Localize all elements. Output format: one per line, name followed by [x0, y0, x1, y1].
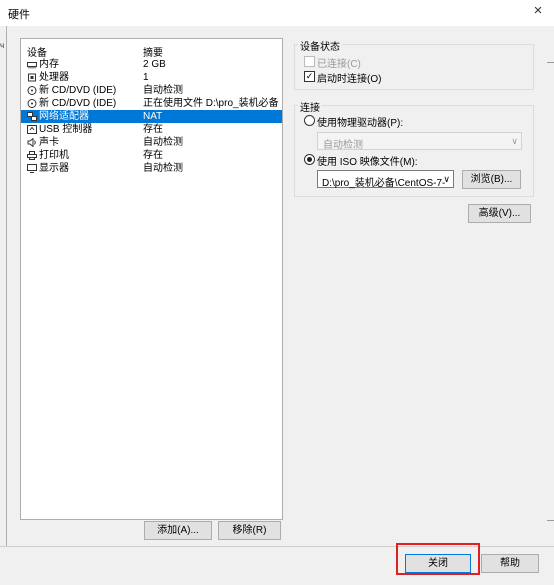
physical-drive-value: 自动检测 — [323, 140, 363, 151]
device-summary: 自动检测 — [143, 137, 183, 148]
printer-icon — [27, 151, 37, 160]
device-status-title: 设备状态 — [298, 38, 342, 53]
browse-button[interactable]: 浏览(B)... — [462, 170, 521, 189]
iso-path-value: D:\pro_装机必备\CentOS-7- — [322, 178, 446, 189]
cdrom-icon — [27, 86, 37, 95]
list-item[interactable]: 内存 2 GB — [21, 58, 282, 71]
advanced-button[interactable]: 高级(V)... — [468, 204, 531, 223]
usb-icon — [27, 125, 37, 134]
sound-icon — [27, 138, 36, 147]
chevron-down-icon: ∨ — [511, 136, 518, 146]
list-item[interactable]: 显示器 自动检测 — [21, 162, 282, 175]
edge-marker: ч — [0, 41, 5, 50]
close-icon[interactable]: × — [528, 2, 548, 22]
device-name: 网络适配器 — [39, 111, 89, 122]
display-icon — [27, 164, 37, 173]
iso-image-radio[interactable] — [304, 154, 315, 165]
physical-drive-radio[interactable] — [304, 115, 315, 126]
right-edge-line-bottom — [547, 520, 554, 529]
device-name: 处理器 — [39, 72, 69, 83]
iso-image-label[interactable]: 使用 ISO 映像文件(M): — [317, 153, 418, 168]
list-item[interactable]: USB 控制器 存在 — [21, 123, 282, 136]
iso-path-combobox[interactable]: D:\pro_装机必备\CentOS-7- ∨ — [317, 170, 454, 189]
device-summary: 自动检测 — [143, 163, 183, 174]
device-summary: 存在 — [143, 124, 163, 135]
list-item[interactable]: 新 CD/DVD (IDE) 正在使用文件 D:\pro_装机必备... — [21, 97, 282, 110]
device-name: 新 CD/DVD (IDE) — [39, 85, 117, 96]
column-header-device[interactable]: 设备 — [27, 44, 47, 59]
remove-button[interactable]: 移除(R) — [218, 521, 281, 540]
list-item[interactable]: 声卡 自动检测 — [21, 136, 282, 149]
cdrom-icon — [27, 99, 37, 108]
left-edge-strip — [0, 26, 7, 554]
memory-icon — [27, 62, 37, 69]
title-bar — [0, 0, 554, 26]
chevron-down-icon: ∨ — [443, 174, 450, 184]
list-item[interactable]: 打印机 存在 — [21, 149, 282, 162]
device-name: 显示器 — [39, 163, 69, 174]
column-header-summary[interactable]: 摘要 — [143, 44, 163, 59]
device-name: 新 CD/DVD (IDE) — [39, 98, 117, 109]
connection-title: 连接 — [298, 99, 322, 114]
help-button[interactable]: 帮助 — [481, 554, 539, 573]
add-button[interactable]: 添加(A)... — [144, 521, 212, 540]
connect-at-poweron-checkbox[interactable]: ✓ — [304, 71, 315, 82]
right-edge-line — [547, 62, 554, 71]
device-name: 内存 — [39, 59, 59, 70]
radio-dot-icon — [307, 157, 312, 162]
device-summary: 正在使用文件 D:\pro_装机必备... — [143, 98, 279, 109]
physical-drive-label[interactable]: 使用物理驱动器(P): — [317, 114, 403, 129]
connect-at-poweron-label[interactable]: 启动时连接(O) — [317, 70, 381, 85]
device-summary: 存在 — [143, 150, 163, 161]
physical-drive-select[interactable]: 自动检测 ∨ — [317, 132, 522, 151]
cpu-icon — [28, 73, 36, 82]
highlight-box — [396, 543, 480, 575]
device-list[interactable]: 设备 摘要 内存 2 GB 处理器 1 新 CD/DVD (IDE) 自动检测 … — [20, 38, 283, 520]
list-item[interactable]: 新 CD/DVD (IDE) 自动检测 — [21, 84, 282, 97]
device-name: USB 控制器 — [39, 124, 93, 135]
connected-label[interactable]: 已连接(C) — [317, 55, 361, 70]
device-summary: 1 — [143, 72, 149, 83]
device-name: 声卡 — [39, 137, 59, 148]
device-summary: 2 GB — [143, 59, 166, 70]
network-icon — [27, 112, 37, 121]
list-item[interactable]: 处理器 1 — [21, 71, 282, 84]
list-item[interactable]: 网络适配器 NAT — [21, 110, 282, 123]
window-title: 硬件 — [8, 9, 30, 21]
connected-checkbox[interactable] — [304, 56, 315, 67]
device-name: 打印机 — [39, 150, 69, 161]
device-summary: 自动检测 — [143, 85, 183, 96]
device-summary: NAT — [143, 111, 163, 122]
